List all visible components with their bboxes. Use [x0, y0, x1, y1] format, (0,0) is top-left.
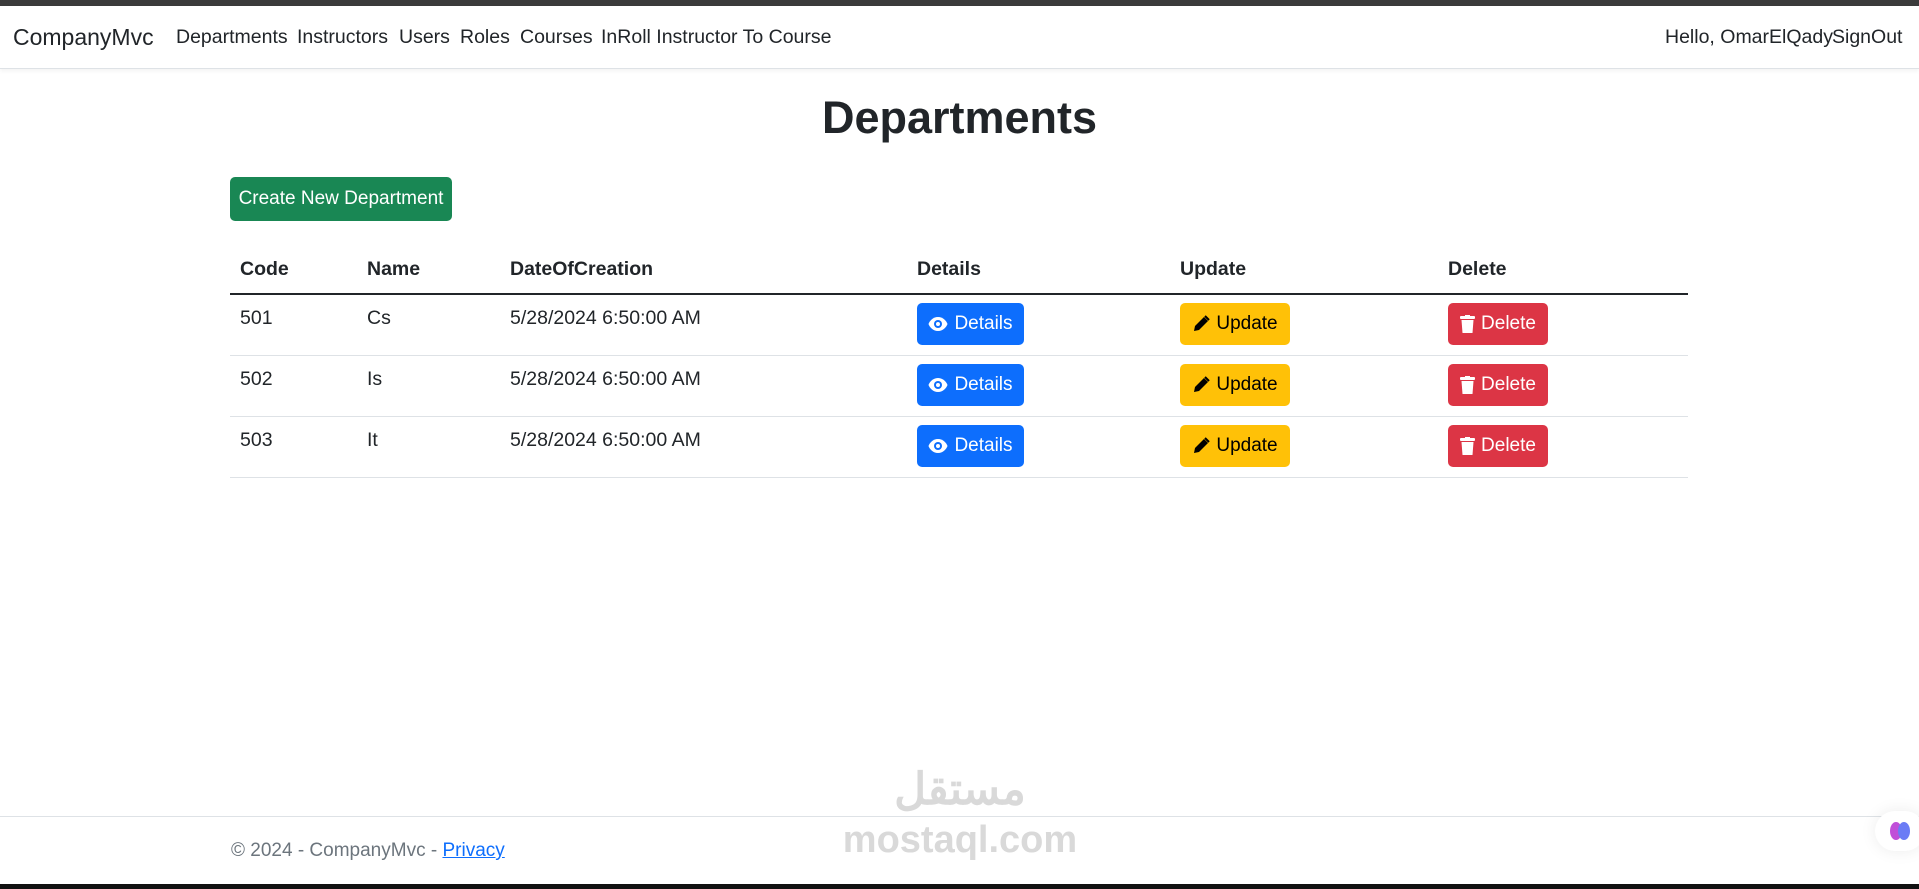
header-name: Name [367, 258, 421, 280]
row-divider [230, 477, 1688, 478]
header-divider [230, 293, 1688, 295]
delete-label: Delete [1481, 374, 1536, 395]
delete-button[interactable]: Delete [1448, 364, 1548, 406]
nav-inroll[interactable]: InRoll Instructor To Course [601, 26, 832, 49]
cell-code: 501 [240, 307, 273, 329]
nav-instructors[interactable]: Instructors [297, 26, 388, 49]
navbar: CompanyMvc Departments Instructors Users… [0, 6, 1919, 69]
watermark-arabic: مستقل [894, 765, 1026, 814]
nav-roles[interactable]: Roles [460, 26, 510, 49]
nav-departments[interactable]: Departments [176, 26, 288, 49]
details-label: Details [954, 435, 1013, 456]
brain-icon [1890, 822, 1910, 840]
eye-icon [928, 439, 948, 453]
nav-users[interactable]: Users [399, 26, 450, 49]
update-label: Update [1216, 374, 1278, 395]
privacy-link[interactable]: Privacy [442, 840, 504, 861]
watermark-latin: mostaql.com [842, 819, 1078, 861]
details-button[interactable]: Details [917, 364, 1024, 406]
taskbar [0, 884, 1919, 889]
delete-label: Delete [1481, 435, 1536, 456]
eye-icon [928, 378, 948, 392]
cell-name: It [367, 429, 378, 451]
cell-name: Cs [367, 307, 391, 329]
trash-icon [1460, 437, 1476, 455]
user-greeting[interactable]: Hello, OmarElQady [1665, 26, 1833, 49]
create-department-button[interactable]: Create New Department [230, 177, 452, 221]
assistant-widget[interactable] [1875, 811, 1919, 851]
header-date: DateOfCreation [510, 258, 654, 280]
update-label: Update [1216, 313, 1278, 334]
details-label: Details [954, 313, 1013, 334]
update-button[interactable]: Update [1180, 364, 1290, 406]
page-title: Departments [821, 92, 1098, 143]
cell-date: 5/28/2024 6:50:00 AM [510, 307, 701, 329]
update-button[interactable]: Update [1180, 303, 1290, 345]
row-divider [230, 416, 1688, 417]
footer-text: © 2024 - CompanyMvc - [231, 840, 443, 861]
brand-link[interactable]: CompanyMvc [13, 24, 154, 51]
eye-icon [928, 317, 948, 331]
pencil-icon [1194, 315, 1211, 331]
pencil-icon [1194, 437, 1211, 453]
delete-button[interactable]: Delete [1448, 303, 1548, 345]
mostaql-watermark: مستقل mostaql.com [840, 765, 1080, 865]
header-details: Details [917, 258, 981, 280]
pencil-icon [1194, 376, 1211, 392]
delete-label: Delete [1481, 313, 1536, 334]
header-delete: Delete [1448, 258, 1507, 280]
trash-icon [1460, 376, 1476, 394]
cell-code: 502 [240, 368, 273, 390]
update-button[interactable]: Update [1180, 425, 1290, 467]
header-update: Update [1180, 258, 1247, 280]
details-button[interactable]: Details [917, 425, 1024, 467]
delete-button[interactable]: Delete [1448, 425, 1548, 467]
header-code: Code [240, 258, 289, 280]
update-label: Update [1216, 435, 1278, 456]
cell-code: 503 [240, 429, 273, 451]
cell-date: 5/28/2024 6:50:00 AM [510, 368, 701, 390]
cell-name: Is [367, 368, 383, 390]
row-divider [230, 355, 1688, 356]
footer: © 2024 - CompanyMvc - Privacy [231, 840, 505, 862]
nav-courses[interactable]: Courses [520, 26, 593, 49]
cell-date: 5/28/2024 6:50:00 AM [510, 429, 701, 451]
details-label: Details [954, 374, 1013, 395]
details-button[interactable]: Details [917, 303, 1024, 345]
signout-link[interactable]: SignOut [1832, 26, 1902, 49]
trash-icon [1460, 315, 1476, 333]
